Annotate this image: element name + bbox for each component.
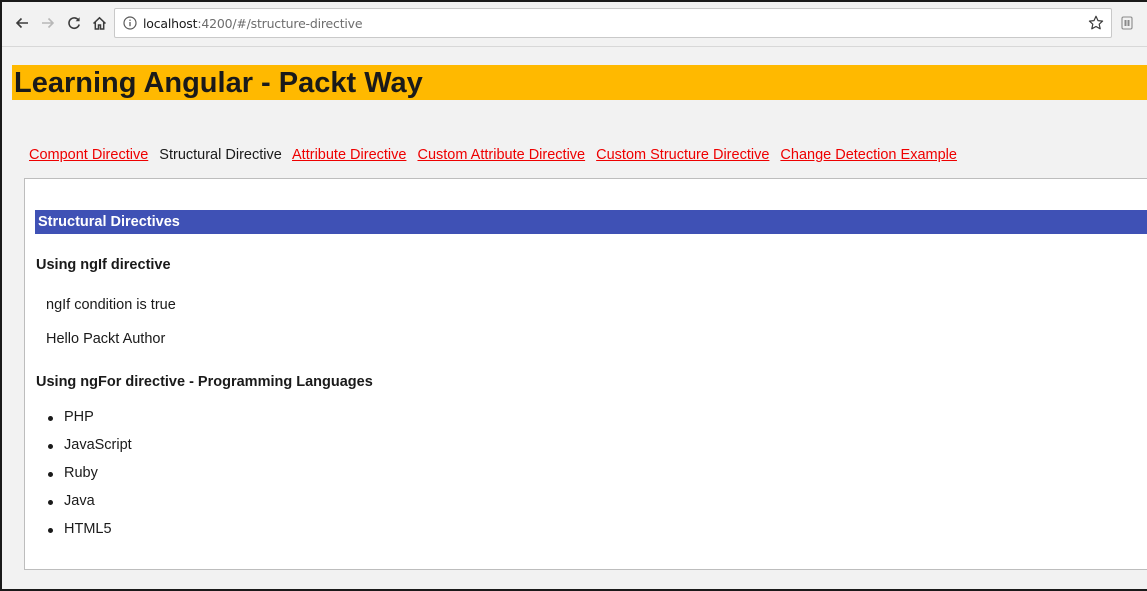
nav-link-custom-structure-directive[interactable]: Custom Structure Directive [596, 147, 769, 163]
arrow-left-icon[interactable] [11, 12, 33, 34]
ngif-heading: Using ngIf directive [36, 257, 171, 273]
list-item: HTML5 [41, 521, 132, 549]
reload-icon[interactable] [63, 12, 85, 34]
directive-nav: Compont Directive Structural Directive A… [29, 147, 964, 163]
bullet-icon [48, 416, 53, 421]
language-name: JavaScript [64, 437, 132, 453]
nav-link-component-directive[interactable]: Compont Directive [29, 147, 148, 163]
section-title: Structural Directives [38, 214, 180, 230]
star-icon[interactable] [1087, 14, 1105, 32]
section-header: Structural Directives [35, 210, 1147, 234]
nav-link-custom-attribute-directive[interactable]: Custom Attribute Directive [417, 147, 585, 163]
nav-link-attribute-directive[interactable]: Attribute Directive [292, 147, 406, 163]
browser-window: localhost:4200/#/structure-directive Lea… [0, 0, 1147, 591]
bullet-icon [48, 472, 53, 477]
list-item: JavaScript [41, 437, 132, 465]
url-host: localhost [143, 15, 198, 31]
ngif-greeting-text: Hello Packt Author [46, 331, 166, 347]
bullet-icon [48, 444, 53, 449]
home-icon[interactable] [88, 12, 110, 34]
language-list: PHP JavaScript Ruby Java HTML5 [41, 409, 132, 549]
nav-link-change-detection-example[interactable]: Change Detection Example [780, 147, 957, 163]
url-path: :4200/#/structure-directive [197, 15, 363, 31]
info-icon[interactable] [123, 16, 137, 30]
ngif-condition-text: ngIf condition is true [46, 297, 176, 313]
list-item: Java [41, 493, 132, 521]
bullet-icon [48, 528, 53, 533]
list-item: Ruby [41, 465, 132, 493]
language-name: PHP [64, 409, 94, 425]
language-name: HTML5 [64, 521, 112, 537]
url-text: localhost:4200/#/structure-directive [143, 15, 363, 31]
browser-toolbar: localhost:4200/#/structure-directive [2, 2, 1147, 47]
ngfor-heading: Using ngFor directive - Programming Lang… [36, 374, 373, 390]
app-header: Learning Angular - Packt Way [12, 65, 1147, 100]
page-content: Learning Angular - Packt Way Compont Dir… [12, 47, 1147, 589]
extension-icon[interactable] [1120, 15, 1134, 31]
arrow-right-icon[interactable] [37, 12, 59, 34]
app-title: Learning Angular - Packt Way [14, 67, 423, 99]
list-item: PHP [41, 409, 132, 437]
language-name: Java [64, 493, 95, 509]
content-panel: Structural Directives Using ngIf directi… [24, 178, 1147, 570]
language-name: Ruby [64, 465, 98, 481]
nav-item-structural-directive-active: Structural Directive [159, 147, 282, 163]
bullet-icon [48, 500, 53, 505]
address-bar[interactable]: localhost:4200/#/structure-directive [114, 8, 1112, 38]
